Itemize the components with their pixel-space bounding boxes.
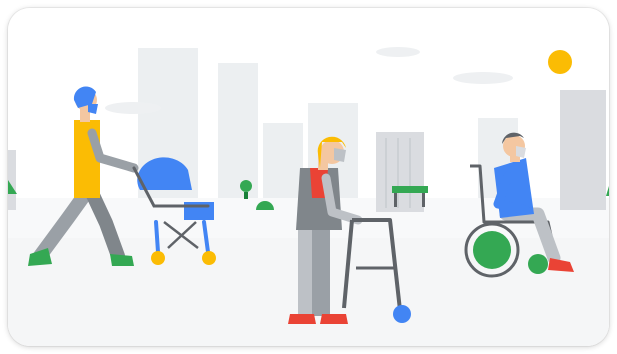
- building-icon: [8, 150, 16, 210]
- building-icon: [376, 132, 424, 212]
- building-icon: [560, 90, 606, 210]
- sun-icon: [548, 50, 572, 74]
- accessibility-illustration: [8, 8, 609, 346]
- illustration-card: [8, 8, 609, 346]
